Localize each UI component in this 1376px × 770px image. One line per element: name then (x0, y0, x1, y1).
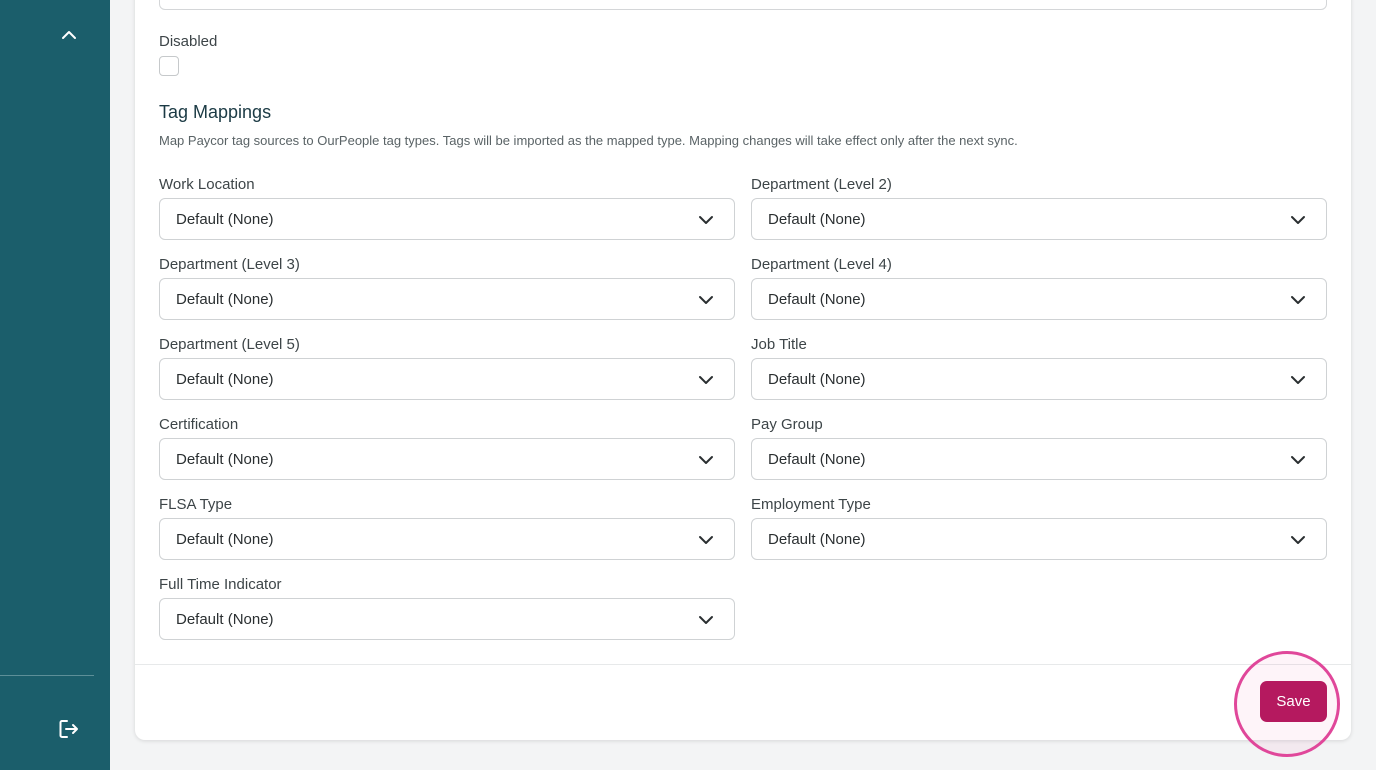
job-title-select[interactable]: Default (None) (751, 358, 1327, 400)
field-label: Department (Level 2) (751, 176, 892, 193)
select-value: Default (None) (768, 211, 866, 228)
department-level-2-select[interactable]: Default (None) (751, 198, 1327, 240)
field-label: Pay Group (751, 416, 823, 433)
chevron-down-icon (1291, 296, 1305, 304)
full-time-indicator-select[interactable]: Default (None) (159, 598, 735, 640)
select-value: Default (None) (176, 371, 274, 388)
footer-divider (135, 664, 1351, 665)
employment-type-select[interactable]: Default (None) (751, 518, 1327, 560)
chevron-down-icon (699, 536, 713, 544)
field-employment-type: Employment Type Default (None) (751, 496, 1327, 560)
chevron-down-icon (1291, 376, 1305, 384)
field-label: Department (Level 3) (159, 256, 300, 273)
chevron-down-icon (699, 616, 713, 624)
field-flsa-type: FLSA Type Default (None) (159, 496, 735, 560)
field-department-level-5: Department (Level 5) Default (None) (159, 336, 735, 400)
department-level-3-select[interactable]: Default (None) (159, 278, 735, 320)
chevron-down-icon (699, 216, 713, 224)
select-value: Default (None) (176, 611, 274, 628)
chevron-down-icon (699, 376, 713, 384)
field-work-location: Work Location Default (None) (159, 176, 735, 240)
select-value: Default (None) (768, 371, 866, 388)
logout-icon (59, 720, 78, 738)
field-department-level-4: Department (Level 4) Default (None) (751, 256, 1327, 320)
field-department-level-3: Department (Level 3) Default (None) (159, 256, 735, 320)
disabled-label: Disabled (159, 33, 218, 50)
pay-group-select[interactable]: Default (None) (751, 438, 1327, 480)
field-job-title: Job Title Default (None) (751, 336, 1327, 400)
field-label: Department (Level 4) (751, 256, 892, 273)
flsa-type-select[interactable]: Default (None) (159, 518, 735, 560)
section-title: Tag Mappings (159, 102, 272, 122)
select-value: Default (None) (768, 451, 866, 468)
disabled-checkbox[interactable] (159, 56, 179, 76)
chevron-down-icon (1291, 536, 1305, 544)
select-value: Default (None) (176, 531, 274, 548)
select-value: Default (None) (768, 531, 866, 548)
logout-button[interactable] (54, 714, 84, 744)
save-button[interactable]: Save (1260, 681, 1327, 722)
select-value: Default (None) (176, 211, 274, 228)
section-description: Map Paycor tag sources to OurPeople tag … (159, 133, 1018, 148)
sidebar (0, 0, 110, 770)
collapse-button[interactable] (54, 20, 84, 50)
chevron-down-icon (699, 456, 713, 464)
chevron-up-icon (62, 31, 76, 39)
field-label: Full Time Indicator (159, 576, 282, 593)
field-full-time-indicator: Full Time Indicator Default (None) (159, 576, 735, 640)
field-label: Certification (159, 416, 239, 433)
work-location-select[interactable]: Default (None) (159, 198, 735, 240)
department-level-4-select[interactable]: Default (None) (751, 278, 1327, 320)
chevron-down-icon (1291, 456, 1305, 464)
field-label: FLSA Type (159, 496, 233, 513)
field-certification: Certification Default (None) (159, 416, 735, 480)
field-label: Department (Level 5) (159, 336, 300, 353)
select-value: Default (None) (176, 451, 274, 468)
select-value: Default (None) (768, 291, 866, 308)
field-label: Job Title (751, 336, 807, 353)
sidebar-divider (0, 675, 94, 676)
field-label: Work Location (159, 176, 255, 193)
field-label: Employment Type (751, 496, 871, 513)
certification-select[interactable]: Default (None) (159, 438, 735, 480)
department-level-5-select[interactable]: Default (None) (159, 358, 735, 400)
previous-field-input[interactable] (159, 0, 1327, 10)
field-pay-group: Pay Group Default (None) (751, 416, 1327, 480)
chevron-down-icon (1291, 216, 1305, 224)
chevron-down-icon (699, 296, 713, 304)
select-value: Default (None) (176, 291, 274, 308)
field-department-level-2: Department (Level 2) Default (None) (751, 176, 1327, 240)
